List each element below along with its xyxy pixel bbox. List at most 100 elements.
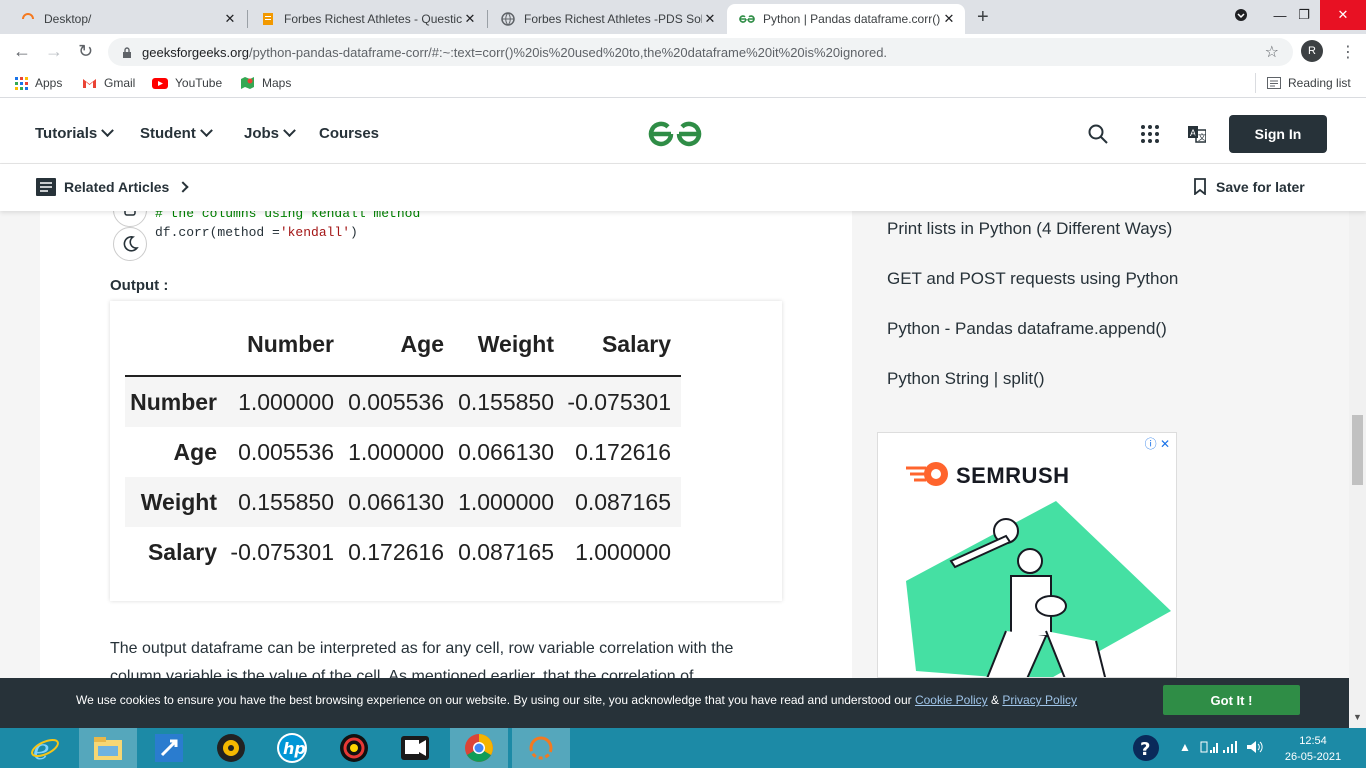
- article-subheader: Related Articles Save for later: [0, 164, 1366, 211]
- save-for-later-button[interactable]: Save for later: [1194, 178, 1305, 195]
- help-icon[interactable]: ?: [1132, 734, 1160, 767]
- profile-avatar[interactable]: R: [1301, 40, 1323, 62]
- video-editor-icon[interactable]: [386, 728, 444, 768]
- nav-jobs[interactable]: Jobs: [244, 124, 296, 142]
- translate-icon[interactable]: A文: [1188, 125, 1207, 148]
- site-header: Tutorials Student Jobs Courses A文 Sign I…: [0, 103, 1366, 164]
- nav-label: Student: [140, 125, 196, 142]
- code-string: 'kendall': [279, 225, 351, 240]
- restore-icon[interactable]: ❐: [1292, 0, 1316, 30]
- bookmark-maps[interactable]: Maps: [240, 76, 291, 90]
- code-text: ): [350, 225, 358, 240]
- sidebar-link[interactable]: Python - Pandas dataframe.append(): [887, 319, 1167, 339]
- advertisement[interactable]: ⓘ ✕ SEMRUSH: [877, 432, 1177, 678]
- tab-pandas-corr[interactable]: Python | Pandas dataframe.corr() ✕: [727, 4, 965, 34]
- cookie-text: &: [987, 693, 1003, 707]
- nav-tutorials[interactable]: Tutorials: [35, 124, 115, 142]
- row-index: Age: [173, 438, 217, 465]
- bookmark-apps[interactable]: Apps: [15, 76, 62, 90]
- nav-courses[interactable]: Courses: [319, 125, 379, 142]
- code-block: # the columns using kendall method df.co…: [155, 211, 420, 242]
- hp-icon[interactable]: hp: [263, 728, 321, 768]
- forward-arrow-icon[interactable]: →: [45, 41, 63, 62]
- column-header: Age: [400, 330, 444, 357]
- sidebar-link[interactable]: Python String | split(): [887, 369, 1044, 389]
- table-cell: -0.075301: [567, 388, 671, 415]
- sidebar-link[interactable]: GET and POST requests using Python: [887, 269, 1178, 289]
- clock-date: 26-05-2021: [1284, 751, 1342, 763]
- ad-illustration: [906, 501, 1176, 677]
- close-tab-icon[interactable]: ✕: [702, 11, 718, 27]
- bookmarks-bar: Apps Gmail YouTube Maps Reading list: [0, 70, 1366, 98]
- signal-icon[interactable]: [1222, 740, 1240, 757]
- nav-label: Tutorials: [35, 125, 98, 142]
- close-tab-icon[interactable]: ✕: [462, 11, 478, 27]
- bookmark-star-icon[interactable]: ☆: [1265, 42, 1279, 62]
- bookmark-label: YouTube: [175, 76, 223, 90]
- gfg-logo[interactable]: [647, 119, 703, 154]
- table-cell: 1.000000: [238, 388, 334, 415]
- clock-time: 12:54: [1299, 735, 1327, 747]
- reload-icon[interactable]: ↻: [78, 41, 93, 62]
- tab-forbes-solution[interactable]: Forbes Richest Athletes -PDS Sol ✕: [488, 4, 726, 34]
- table-cell: -0.075301: [230, 538, 334, 565]
- close-tab-icon[interactable]: ✕: [222, 11, 238, 27]
- rocket-app-icon[interactable]: [140, 728, 198, 768]
- bookmark-gmail[interactable]: Gmail: [82, 76, 135, 90]
- loading-app-icon[interactable]: [512, 728, 570, 768]
- scrollbar-thumb[interactable]: [1352, 415, 1363, 485]
- tab-forbes-question[interactable]: Forbes Richest Athletes - Questic ✕: [248, 4, 486, 34]
- network-icon[interactable]: [1200, 740, 1220, 757]
- chrome-icon[interactable]: [450, 728, 508, 768]
- apps-grid-icon[interactable]: [1141, 125, 1159, 148]
- gmail-icon: [82, 78, 97, 89]
- show-hidden-icons-icon[interactable]: ▲: [1179, 740, 1191, 754]
- tab-desktop[interactable]: Desktop/ ✕: [8, 4, 246, 34]
- search-icon[interactable]: [1088, 124, 1108, 149]
- browser-tab-strip: Desktop/ ✕ Forbes Richest Athletes - Que…: [0, 0, 1366, 34]
- ad-info-close-icon[interactable]: ⓘ ✕: [1145, 435, 1170, 452]
- privacy-policy-link[interactable]: Privacy Policy: [1002, 693, 1077, 707]
- row-index: Number: [130, 388, 217, 415]
- page-scrollbar[interactable]: [1349, 211, 1366, 728]
- scroll-down-arrow-icon[interactable]: ▼: [1353, 712, 1362, 722]
- bookmark-youtube[interactable]: YouTube: [152, 76, 222, 90]
- close-tab-icon[interactable]: ✕: [941, 11, 957, 27]
- bookmark-label: Maps: [262, 76, 292, 90]
- chevron-down-icon: [283, 124, 296, 138]
- copy-code-button[interactable]: [113, 211, 147, 227]
- cookie-message: We use cookies to ensure you have the be…: [76, 693, 1077, 707]
- reading-list-button[interactable]: Reading list: [1267, 76, 1351, 90]
- minimize-icon[interactable]: —: [1268, 0, 1292, 30]
- nav-student[interactable]: Student: [140, 124, 213, 142]
- article-body: # the columns using kendall method df.co…: [40, 211, 852, 678]
- table-cell: 1.000000: [575, 538, 671, 565]
- browser-menu-icon[interactable]: ⋮: [1340, 42, 1356, 62]
- new-tab-plus-icon[interactable]: +: [977, 6, 989, 29]
- svg-text:A: A: [1190, 128, 1196, 138]
- accept-cookies-button[interactable]: Got It !: [1163, 685, 1300, 715]
- tab-search-icon[interactable]: [1228, 0, 1254, 30]
- address-bar[interactable]: geeksforgeeks.org/python-pandas-datafram…: [108, 38, 1293, 66]
- close-window-icon[interactable]: ✕: [1320, 0, 1366, 30]
- bookmark-label: Gmail: [104, 76, 136, 90]
- sign-in-button[interactable]: Sign In: [1229, 115, 1327, 153]
- table-cell: 0.087165: [575, 488, 671, 515]
- file-explorer-icon[interactable]: [79, 728, 137, 768]
- volume-icon[interactable]: [1246, 740, 1264, 757]
- cookie-policy-link[interactable]: Cookie Policy: [915, 693, 988, 707]
- table-cell: 0.155850: [238, 488, 334, 515]
- sidebar-link[interactable]: Print lists in Python (4 Different Ways): [887, 219, 1172, 239]
- dark-mode-toggle[interactable]: [113, 227, 147, 261]
- table-row: Number 1.000000 0.005536 0.155850 -0.075…: [125, 377, 681, 427]
- related-articles-button[interactable]: Related Articles: [36, 178, 189, 196]
- internet-explorer-icon[interactable]: e: [16, 728, 74, 768]
- tab-title: Desktop/: [44, 12, 92, 26]
- column-header: Number: [247, 330, 334, 357]
- media-player-icon[interactable]: [202, 728, 260, 768]
- camera-app-icon[interactable]: [325, 728, 383, 768]
- back-arrow-icon[interactable]: ←: [13, 41, 31, 62]
- table-cell: 0.172616: [575, 438, 671, 465]
- windows-taskbar: e hp ? ▲ 12:54 26-05-2021: [0, 728, 1366, 768]
- system-clock[interactable]: 12:54 26-05-2021: [1278, 733, 1348, 765]
